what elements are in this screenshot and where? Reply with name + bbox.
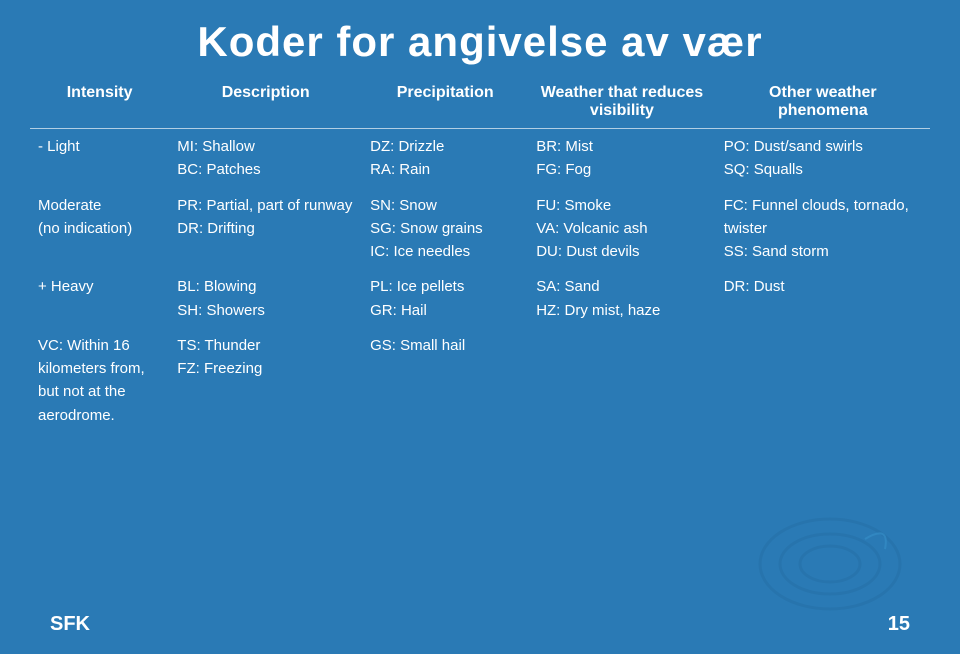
cell-precipitation-2: PL: Ice pelletsGR: Hail — [362, 269, 528, 328]
cell-precipitation-0: DZ: DrizzleRA: Rain — [362, 129, 528, 188]
cell-intensity-0: - Light — [30, 129, 169, 188]
cell-other-3 — [716, 328, 930, 433]
cell-precipitation-1: SN: SnowSG: Snow grainsIC: Ice needles — [362, 188, 528, 270]
weather-codes-table: Intensity Description Precipitation Weat… — [30, 80, 930, 433]
cell-description-3: TS: ThunderFZ: Freezing — [169, 328, 362, 433]
col-header-other: Other weather phenomena — [716, 80, 930, 129]
col-header-precipitation: Precipitation — [362, 80, 528, 129]
cell-intensity-2: + Heavy — [30, 269, 169, 328]
cell-intensity-1: Moderate(no indication) — [30, 188, 169, 270]
cell-other-0: PO: Dust/sand swirlsSQ: Squalls — [716, 129, 930, 188]
col-header-intensity: Intensity — [30, 80, 169, 129]
footer-right: 15 — [888, 613, 910, 636]
decorative-circles — [710, 484, 910, 614]
cell-other-2: DR: Dust — [716, 269, 930, 328]
col-header-visibility: Weather that reduces visibility — [528, 80, 716, 129]
cell-description-0: MI: ShallowBC: Patches — [169, 129, 362, 188]
footer: SFK 15 — [0, 613, 960, 636]
cell-precipitation-3: GS: Small hail — [362, 328, 528, 433]
footer-left: SFK — [50, 613, 90, 636]
cell-visibility-2: SA: SandHZ: Dry mist, haze — [528, 269, 716, 328]
cell-other-1: FC: Funnel clouds, tornado, twisterSS: S… — [716, 188, 930, 270]
cell-visibility-0: BR: MistFG: Fog — [528, 129, 716, 188]
col-header-description: Description — [169, 80, 362, 129]
title: Koder for angivelse av vær — [0, 0, 960, 80]
cell-description-2: BL: BlowingSH: Showers — [169, 269, 362, 328]
table-row: VC: Within 16 kilometers from, but not a… — [30, 328, 930, 433]
cell-visibility-1: FU: SmokeVA: Volcanic ashDU: Dust devils — [528, 188, 716, 270]
cell-description-1: PR: Partial, part of runwayDR: Drifting — [169, 188, 362, 270]
table-row: Moderate(no indication)PR: Partial, part… — [30, 188, 930, 270]
table-row: - LightMI: ShallowBC: PatchesDZ: Drizzle… — [30, 129, 930, 188]
cell-visibility-3 — [528, 328, 716, 433]
cell-intensity-3: VC: Within 16 kilometers from, but not a… — [30, 328, 169, 433]
main-table-area: Intensity Description Precipitation Weat… — [0, 80, 960, 433]
table-row: + HeavyBL: BlowingSH: ShowersPL: Ice pel… — [30, 269, 930, 328]
